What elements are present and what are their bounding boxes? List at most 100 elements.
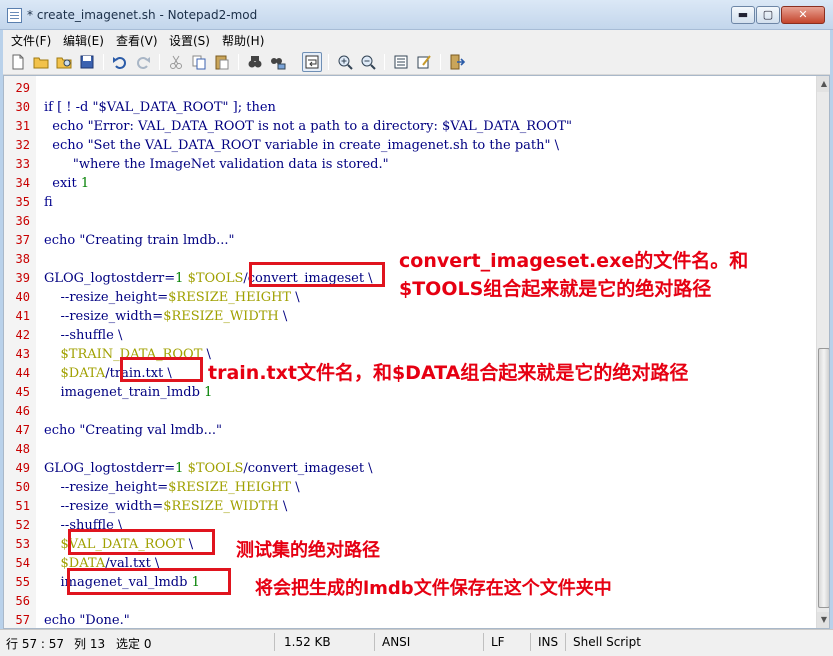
cut-icon[interactable] (167, 53, 185, 71)
window-title: * create_imagenet.sh - Notepad2-mod (27, 8, 258, 22)
code-token: "Creating train lmdb..." (79, 233, 235, 248)
menu-help[interactable]: 帮助(H) (222, 32, 264, 49)
find-icon[interactable] (246, 53, 264, 71)
zoom-out-icon[interactable] (359, 53, 377, 71)
code-line: GLOG_logtostderr=1 $TOOLS/convert_images… (44, 459, 373, 478)
highlight-train-txt (120, 357, 203, 382)
line-number: 50 (15, 480, 30, 494)
replace-icon[interactable] (269, 53, 287, 71)
line-number-gutter: 29 30 31 32 33 34 35 36 37 38 39 40 41 42 43 44 45 46 47 48… (4, 76, 36, 628)
code-token: $DATA (44, 366, 106, 381)
open-folder-icon[interactable] (32, 53, 50, 71)
line-number: 37 (15, 233, 30, 247)
save-icon[interactable] (78, 53, 96, 71)
status-line-ending[interactable]: LF (491, 635, 505, 649)
code-token: $RESIZE_WIDTH (163, 309, 279, 324)
line-number: 54 (15, 556, 30, 570)
line-number: 40 (15, 290, 30, 304)
new-file-icon[interactable] (9, 53, 27, 71)
code-token: GLOG_logtostderr= (44, 271, 176, 286)
code-token: fi (44, 195, 53, 210)
status-selection: 选定 0 (116, 637, 152, 651)
code-token: 1 (204, 385, 213, 400)
line-number: 32 (15, 138, 30, 152)
annotation-convert-imageset: convert_imageset.exe的文件名。和 $TOOLS组合起来就是它… (399, 247, 748, 303)
undo-icon[interactable] (111, 53, 129, 71)
code-token: ]; then (228, 100, 276, 115)
exit-icon[interactable] (448, 53, 466, 71)
line-number: 34 (15, 176, 30, 190)
maximize-button[interactable]: ▢ (756, 6, 780, 24)
redo-icon[interactable] (134, 53, 152, 71)
menu-view[interactable]: 查看(V) (116, 32, 158, 49)
line-number: 35 (15, 195, 30, 209)
code-token: --resize_width= (44, 499, 164, 514)
code-token: /convert_imageset \ (243, 461, 373, 476)
paste-icon[interactable] (213, 53, 231, 71)
menu-bar: 文件(F) 编辑(E) 查看(V) 设置(S) 帮助(H) (3, 30, 830, 50)
code-token: --resize_width= (44, 309, 164, 324)
line-number: 57 (15, 613, 30, 627)
line-number: 38 (15, 252, 30, 266)
copy-icon[interactable] (190, 53, 208, 71)
scroll-down-arrow-icon[interactable]: ▼ (817, 612, 829, 628)
annotation-line-1: convert_imageset.exe的文件名。和 (399, 250, 749, 272)
menu-edit[interactable]: 编辑(E) (63, 32, 104, 49)
code-line: echo "Creating val lmdb..." (44, 421, 222, 440)
zoom-in-icon[interactable] (336, 53, 354, 71)
select-scheme-icon[interactable] (392, 53, 410, 71)
code-line: "where the ImageNet validation data is s… (44, 155, 389, 174)
line-number: 45 (15, 385, 30, 399)
close-button[interactable]: ✕ (781, 6, 825, 24)
line-number: 42 (15, 328, 30, 342)
code-line: if [ ! -d "$VAL_DATA_ROOT" ]; then (44, 98, 276, 117)
code-line: echo "Set the VAL_DATA_ROOT variable in … (44, 136, 559, 155)
notepad-app-icon (7, 8, 22, 23)
status-bar: 行 57 : 57 列 13 选定 0 1.52 KB ANSI LF INS … (0, 629, 833, 656)
line-number: 31 (15, 119, 30, 133)
customize-scheme-icon[interactable] (415, 53, 433, 71)
code-token: --shuffle \ (44, 328, 123, 343)
code-token: \ (278, 499, 288, 514)
minimize-button[interactable]: ▬ (731, 6, 755, 24)
line-number: 48 (15, 442, 30, 456)
code-token: "$VAL_DATA_ROOT" (92, 100, 229, 115)
code-line: --resize_width=$RESIZE_WIDTH \ (44, 497, 288, 516)
status-position: 行 57 : 57 (6, 637, 65, 651)
menu-settings[interactable]: 设置(S) (169, 32, 210, 49)
menu-file[interactable]: 文件(F) (11, 32, 51, 49)
code-token: $TOOLS (187, 271, 244, 286)
line-number: 43 (15, 347, 30, 361)
code-token: "where the ImageNet validation data is s… (44, 157, 389, 172)
code-token: exit (44, 176, 81, 191)
code-token: echo (44, 119, 88, 134)
line-number: 56 (15, 594, 30, 608)
status-file-size: 1.52 KB (284, 635, 331, 649)
toolbar (3, 50, 830, 75)
annotation-line-2: $TOOLS组合起来就是它的绝对路径 (399, 278, 712, 300)
vertical-scrollbar[interactable]: ▲ ▼ (816, 76, 829, 628)
line-number: 36 (15, 214, 30, 228)
status-encoding[interactable]: ANSI (382, 635, 410, 649)
code-line: echo "Error: VAL_DATA_ROOT is not a path… (44, 117, 572, 136)
code-token: --resize_height= (44, 290, 169, 305)
browse-icon[interactable] (55, 53, 73, 71)
scroll-up-arrow-icon[interactable]: ▲ (817, 76, 829, 92)
line-number: 46 (15, 404, 30, 418)
code-line: exit 1 (44, 174, 89, 193)
status-scheme[interactable]: Shell Script (573, 635, 641, 649)
code-token: "Creating val lmdb..." (79, 423, 222, 438)
code-token: --resize_height= (44, 480, 169, 495)
word-wrap-icon[interactable] (302, 52, 322, 72)
code-token: $RESIZE_HEIGHT (168, 290, 292, 305)
line-number: 30 (15, 100, 30, 114)
code-token: imagenet_train_lmdb (44, 385, 205, 400)
code-token: echo (44, 233, 80, 248)
line-number: 41 (15, 309, 30, 323)
title-bar: * create_imagenet.sh - Notepad2-mod ▬ ▢ … (0, 0, 833, 30)
code-token: echo (44, 138, 88, 153)
scroll-thumb[interactable] (818, 348, 829, 608)
code-token: \ (291, 290, 300, 305)
status-insert-mode[interactable]: INS (538, 635, 558, 649)
code-token: "Done." (79, 613, 130, 628)
